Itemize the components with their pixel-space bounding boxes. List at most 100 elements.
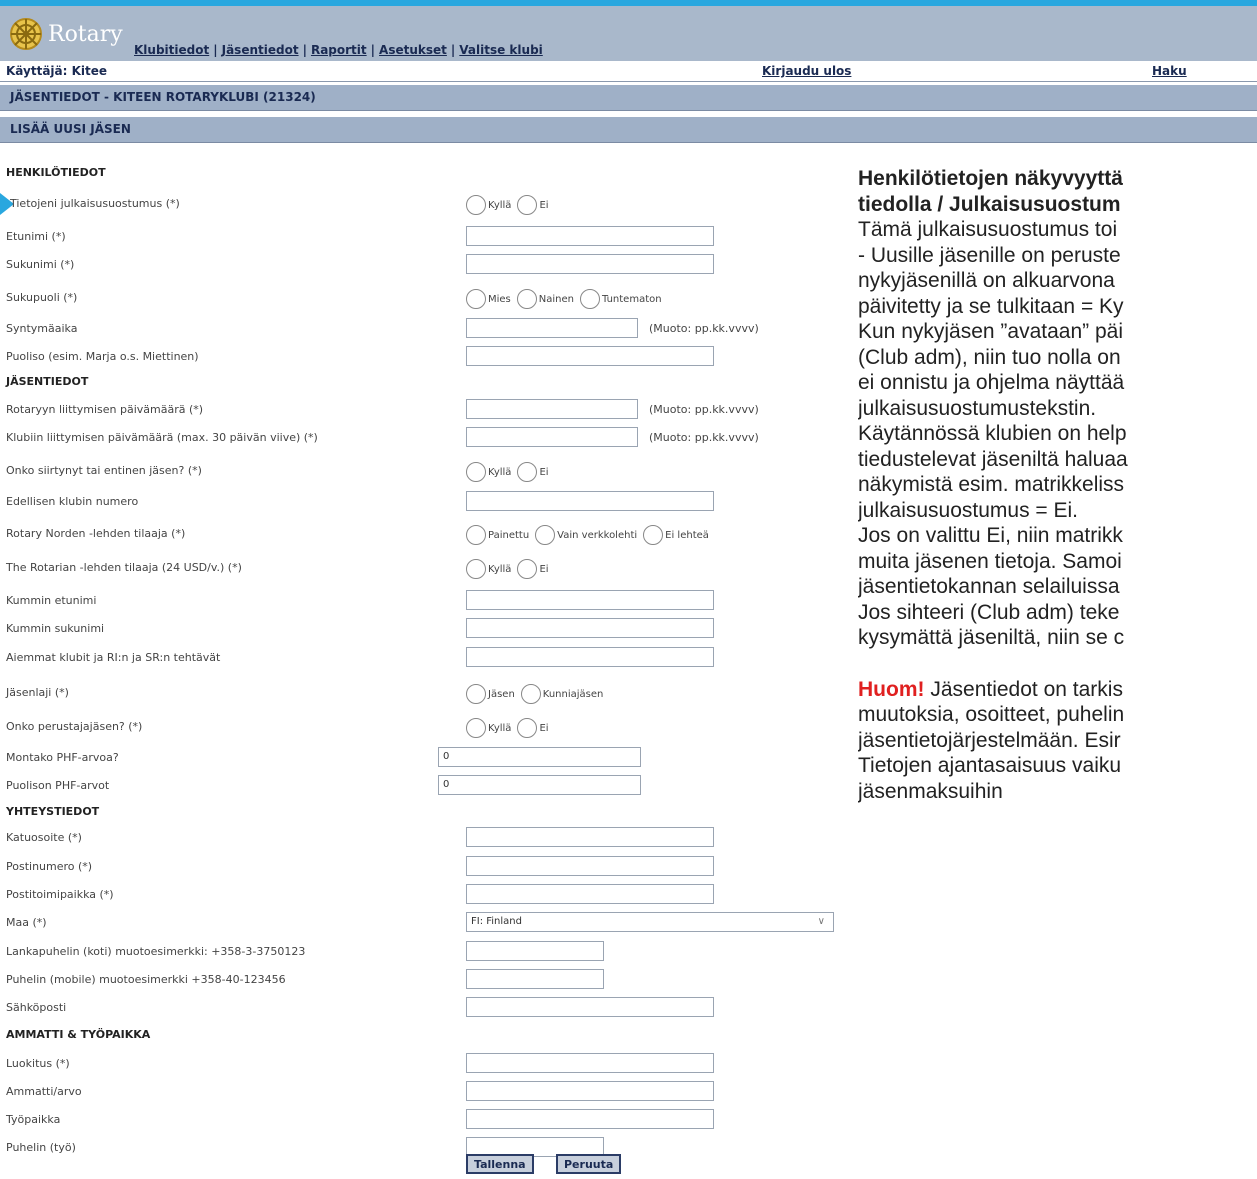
label-founder: Onko perustajajäsen? (*) [6, 720, 143, 733]
logout-link[interactable]: Kirjaudu ulos [762, 64, 851, 78]
rotary-join-date-input[interactable] [466, 399, 638, 419]
app-header: Rotary Klubitiedot | Jäsentiedot | Raportit |… [0, 6, 1257, 61]
norden-none-radio[interactable] [643, 525, 664, 545]
gender-female-radio[interactable] [516, 289, 537, 309]
save-button[interactable]: Tallenna [466, 1154, 534, 1174]
section-work: AMMATTI & TYÖPAIKKA [6, 1028, 151, 1041]
nav-member-info[interactable]: Jäsentiedot [222, 43, 299, 57]
annotation-line: Tietojen ajantasaisuus vaiku [858, 754, 1122, 777]
norden-printed-radio[interactable] [466, 525, 486, 545]
radio-label: Vain verkkolehti [557, 529, 638, 541]
norden-online-radio[interactable] [535, 525, 556, 545]
transferred-yes-radio[interactable] [466, 462, 486, 482]
label-profession: Ammatti/arvo [6, 1085, 82, 1098]
rotary-wheel-icon [10, 18, 42, 50]
search-link[interactable]: Haku [1152, 64, 1187, 78]
section-contact: YHTEYSTIEDOT [6, 805, 100, 818]
huom-text: Jäsentiedot on tarkis [924, 677, 1123, 701]
gender-male-radio[interactable] [466, 289, 486, 309]
consent-yes-radio[interactable] [466, 195, 486, 215]
page-title: JÄSENTIEDOT - KITEEN ROTARYKLUBI (21324) [10, 90, 316, 104]
nav-club-info[interactable]: Klubitiedot [134, 43, 209, 57]
annotation-line: Kun nykyjäsen ”avataan” päi [858, 320, 1123, 343]
nav-separator: | [370, 43, 376, 57]
rotarian-yes-radio[interactable] [466, 559, 486, 579]
rotarian-radio-group: Kyllä Ei [466, 559, 555, 579]
prev-clubs-input[interactable] [466, 647, 714, 667]
postcode-input[interactable] [466, 856, 714, 876]
radio-label: Kunniajäsen [542, 688, 604, 700]
annotation-line: päivitetty ja se tulkitaan = Ky [858, 294, 1124, 318]
annotation-line: Jos on valittu Ei, niin matrikk [858, 524, 1123, 547]
firstname-input[interactable] [466, 226, 714, 246]
annotation-line: Jos sihteeri (Club adm) teke [858, 600, 1120, 624]
lastname-input[interactable] [466, 254, 714, 274]
country-select-value: FI: Finland [471, 916, 522, 927]
page-subtitle-bar: LISÄÄ UUSI JÄSEN [0, 117, 1257, 143]
label-rotarian: The Rotarian -lehden tilaaja (24 USD/v.)… [6, 561, 242, 574]
nav-separator: | [450, 43, 456, 57]
workplace-input[interactable] [466, 1109, 714, 1129]
founder-yes-radio[interactable] [466, 718, 486, 738]
radio-label: Mies [488, 293, 511, 305]
member-type-member-radio[interactable] [466, 684, 486, 704]
radio-label: Kyllä [488, 563, 512, 575]
birthdate-input[interactable] [466, 318, 638, 338]
huom-label: Huom! [858, 677, 925, 701]
label-spouse: Puoliso (esim. Marja o.s. Miettinen) [6, 350, 199, 363]
label-spouse-phf: Puolison PHF-arvot [6, 779, 110, 792]
landline-input[interactable] [466, 941, 604, 961]
nav-select-club[interactable]: Valitse klubi [459, 43, 543, 57]
label-email: Sähköposti [6, 1001, 67, 1014]
annotation-line: kysymättä jäseniltä, niin se c [858, 626, 1125, 649]
side-annotation: Henkilötietojen näkyvyyttä tiedolla / Ju… [858, 166, 1257, 1166]
annotation-line: (Club adm), niin tuo nolla on [858, 345, 1121, 369]
member-type-honorary-radio[interactable] [520, 684, 541, 704]
sponsor-firstname-input[interactable] [466, 590, 714, 610]
annotation-line: jäsentietokannan selailuissa [858, 575, 1120, 598]
profession-input[interactable] [466, 1081, 714, 1101]
street-input[interactable] [466, 827, 714, 847]
spouse-input[interactable] [466, 346, 714, 366]
country-select[interactable]: FI: Finland ∨ [466, 912, 834, 932]
email-input[interactable] [466, 997, 714, 1017]
annotation-line: julkaisusuostumus = Ei. [858, 498, 1079, 522]
sponsor-lastname-input[interactable] [466, 618, 714, 638]
cancel-button[interactable]: Peruuta [556, 1154, 622, 1174]
annotation-line: muita jäsenen tietoja. Samoi [858, 549, 1122, 573]
label-lastname: Sukunimi (*) [6, 258, 75, 271]
label-prev-club: Edellisen klubin numero [6, 495, 139, 508]
label-landline: Lankapuhelin (koti) muotoesimerkki: +358… [6, 945, 306, 958]
mobile-input[interactable] [466, 969, 604, 989]
founder-no-radio[interactable] [517, 718, 538, 738]
consent-no-radio[interactable] [517, 195, 538, 215]
nav-settings[interactable]: Asetukset [379, 43, 447, 57]
annotation-title-line: tiedolla / Julkaisusuostum [858, 192, 1121, 216]
date-format-hint: (Muoto: pp.kk.vvvv) [649, 322, 759, 335]
spouse-phf-input[interactable]: 0 [438, 775, 641, 795]
classification-input[interactable] [466, 1053, 714, 1073]
radio-label: Ei [539, 563, 549, 575]
label-phf: Montako PHF-arvoa? [6, 751, 119, 764]
prev-club-input[interactable] [466, 491, 714, 511]
chevron-down-icon: ∨ [817, 916, 825, 927]
label-gender: Sukupuoli (*) [6, 291, 78, 304]
radio-label: Ei lehteä [665, 529, 709, 541]
section-member: JÄSENTIEDOT [6, 375, 89, 388]
label-consent: Tietojeni julkaisusuostumus (*) [10, 197, 180, 210]
club-join-date-input[interactable] [466, 427, 638, 447]
rotarian-no-radio[interactable] [517, 559, 538, 579]
radio-label: Nainen [538, 293, 574, 305]
city-input[interactable] [466, 884, 714, 904]
rotary-logo: Rotary [8, 16, 123, 52]
nav-reports[interactable]: Raportit [311, 43, 367, 57]
radio-label: Kyllä [488, 199, 512, 211]
label-workplace: Työpaikka [6, 1113, 61, 1126]
label-prev-clubs: Aiemmat klubit ja RI:n ja SR:n tehtävät [6, 651, 221, 664]
annotation-line: Tämä julkaisusuostumus toi [858, 218, 1118, 241]
annotation-huom-line: Huom! Jäsentiedot on tarkis [858, 677, 1257, 703]
radio-label: Ei [539, 466, 549, 478]
transferred-no-radio[interactable] [517, 462, 538, 482]
phf-input[interactable]: 0 [438, 747, 641, 767]
gender-unknown-radio[interactable] [580, 289, 600, 309]
